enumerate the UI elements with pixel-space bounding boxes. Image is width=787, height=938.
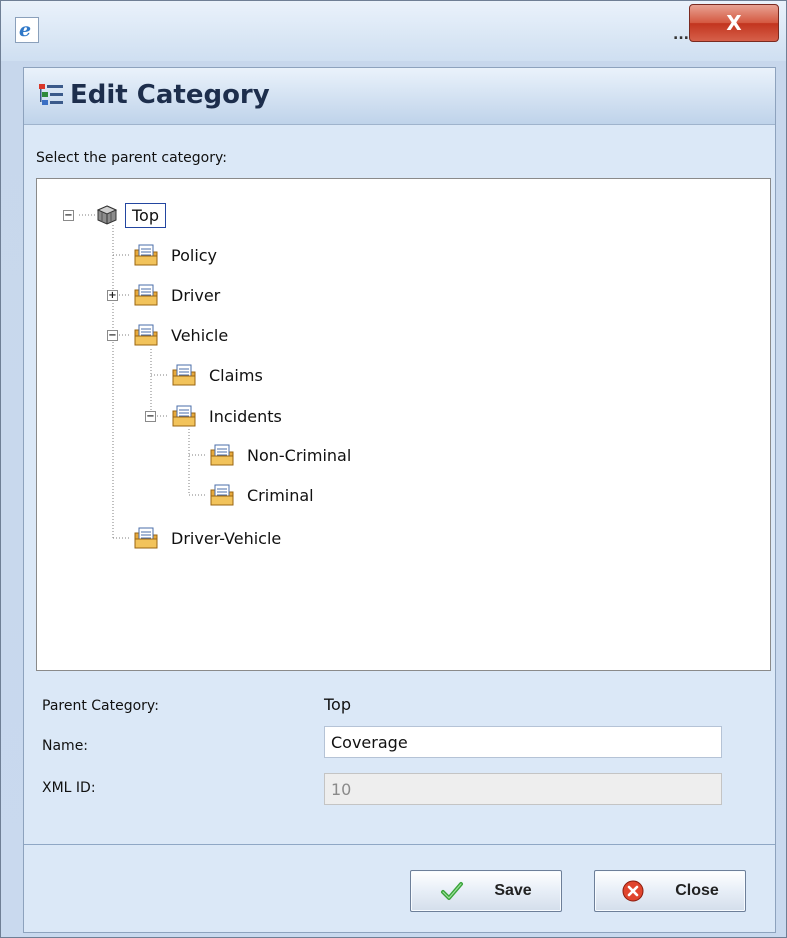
tree-expander-incidents[interactable]: −: [145, 411, 156, 422]
dialog-header: Edit Category: [24, 68, 775, 125]
close-circle-icon: [622, 880, 644, 902]
tree-node-incidents[interactable]: Incidents: [171, 402, 286, 430]
tree-node-label: Policy: [171, 245, 218, 265]
tree-node-vehicle[interactable]: Vehicle: [133, 321, 232, 349]
tree-node-label: Incidents: [209, 406, 282, 426]
folder-icon: [134, 324, 158, 346]
category-tree-icon: [39, 84, 63, 105]
tree-node-label: Non-Criminal: [247, 445, 352, 465]
window-titlebar: e ... X: [1, 1, 786, 61]
tree-node-label: Driver: [171, 285, 221, 305]
tree-node-label: Vehicle: [171, 325, 229, 345]
folder-icon: [134, 244, 158, 266]
folder-icon: [210, 484, 234, 506]
parent-category-value: Top: [324, 695, 351, 714]
folder-icon: [172, 364, 196, 386]
parent-category-prompt: Select the parent category:: [36, 150, 227, 166]
browser-window: e ... X Edit Category Select the parent …: [0, 0, 787, 938]
close-button-label: Close: [675, 882, 719, 899]
folder-icon: [172, 405, 196, 427]
tree-node-claims[interactable]: Claims: [171, 361, 267, 389]
tree-node-label: Claims: [209, 365, 263, 385]
tree-node-driver[interactable]: Driver: [133, 281, 224, 309]
close-button[interactable]: Close: [594, 870, 746, 912]
footer-divider: [24, 844, 775, 845]
window-close-button[interactable]: X: [689, 4, 779, 42]
cube-stack-icon: [96, 205, 118, 225]
tree-expander-top[interactable]: −: [63, 210, 74, 221]
title-ellipsis: ...: [673, 27, 689, 43]
tree-node-label: Top: [125, 202, 166, 228]
checkmark-icon: [441, 882, 464, 900]
dialog-title: Edit Category: [70, 80, 270, 110]
xml-id-input: [324, 773, 722, 805]
edit-category-dialog: Edit Category Select the parent category…: [23, 67, 776, 933]
internet-explorer-icon: e: [15, 17, 39, 43]
close-icon: X: [726, 11, 742, 35]
category-tree[interactable]: − + − − Top Policy Driver Vehicle Claims…: [36, 178, 771, 671]
name-label: Name:: [42, 738, 89, 754]
folder-icon: [134, 527, 158, 549]
xml-id-label: XML ID:: [42, 780, 96, 796]
tree-node-policy[interactable]: Policy: [133, 241, 221, 269]
tree-node-label: Criminal: [247, 485, 314, 505]
save-button-label: Save: [494, 882, 532, 899]
folder-icon: [134, 284, 158, 306]
save-button[interactable]: Save: [410, 870, 562, 912]
parent-category-label: Parent Category:: [42, 698, 159, 714]
tree-node-criminal[interactable]: Criminal: [209, 481, 318, 509]
tree-node-non-criminal[interactable]: Non-Criminal: [209, 441, 355, 469]
folder-icon: [210, 444, 234, 466]
tree-expander-vehicle[interactable]: −: [107, 330, 118, 341]
tree-node-top[interactable]: Top: [95, 201, 166, 229]
tree-node-label: Driver-Vehicle: [171, 528, 282, 548]
tree-expander-driver[interactable]: +: [107, 290, 118, 301]
tree-node-driver-vehicle[interactable]: Driver-Vehicle: [133, 524, 285, 552]
name-input[interactable]: [324, 726, 722, 758]
